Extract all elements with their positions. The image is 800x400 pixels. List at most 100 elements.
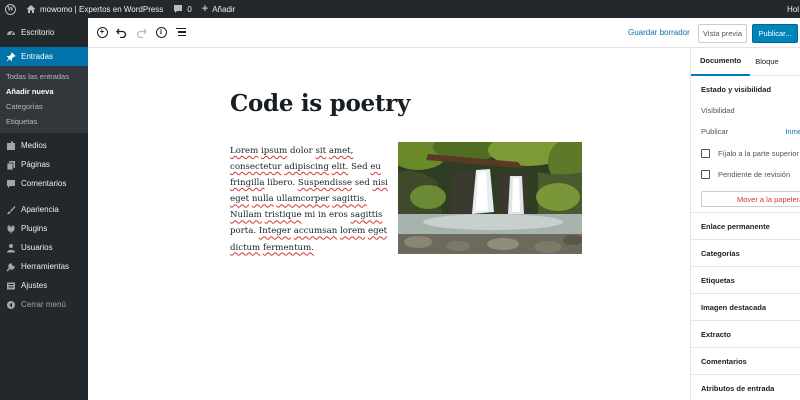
panel-permalink[interactable]: Enlace permanente	[691, 213, 800, 240]
paragraph-block[interactable]: Lorem ipsum dolor sit amet, consectetur …	[230, 143, 388, 256]
content-info-button[interactable]: i	[154, 25, 168, 39]
sidebar-item-posts[interactable]: Entradas	[0, 47, 88, 66]
comment-bubble-icon	[174, 5, 183, 13]
paragraph-word: lorem	[339, 226, 366, 237]
collapse-arrow-icon	[5, 299, 16, 310]
comments-link[interactable]: 0	[168, 0, 196, 18]
pages-icon	[5, 159, 16, 170]
settings-sidebar: Documento Bloque Estado y visibilidad Vi…	[690, 48, 800, 400]
paragraph-word: eget	[230, 194, 250, 205]
sidebar-item-pages[interactable]: Páginas	[0, 155, 88, 174]
sticky-checkbox[interactable]	[701, 149, 710, 158]
visibility-label: Visibilidad	[701, 106, 735, 115]
paragraph-word: fringilla	[230, 178, 265, 189]
new-content-link[interactable]: + Añadir	[197, 0, 241, 18]
appearance-icon	[5, 204, 16, 215]
media-icon	[5, 140, 16, 151]
comments-count: 0	[187, 4, 192, 14]
preview-button[interactable]: Vista previa	[698, 24, 747, 43]
sidebar-item-appearance[interactable]: Apariencia	[0, 200, 88, 219]
publish-date-link[interactable]: Inme	[785, 127, 800, 136]
paragraph-word: adipiscing	[284, 162, 329, 173]
collapse-menu-button[interactable]: Cerrar menú	[0, 295, 88, 314]
wp-logo-menu[interactable]: W	[0, 0, 21, 18]
block-navigation-icon	[176, 28, 186, 36]
sidebar-item-settings[interactable]: Ajustes	[0, 276, 88, 295]
add-block-button[interactable]: +	[95, 25, 109, 39]
settings-tabs: Documento Bloque	[691, 48, 800, 76]
posts-submenu: Todas las entradas Añadir nueva Categorí…	[0, 66, 88, 133]
submenu-add-new[interactable]: Añadir nueva	[0, 84, 88, 99]
paragraph-word: sed	[354, 178, 370, 189]
publish-label: Publicar	[701, 127, 729, 136]
users-icon	[5, 242, 16, 253]
paragraph-word: amet,	[328, 146, 354, 156]
tab-block[interactable]: Bloque	[750, 48, 787, 76]
paragraph-word: Nullam	[230, 210, 262, 221]
status-visibility-title[interactable]: Estado y visibilidad	[691, 76, 800, 100]
panel-post-attributes[interactable]: Atributos de entrada	[691, 375, 800, 400]
undo-button[interactable]	[114, 25, 128, 39]
undo-icon	[115, 28, 126, 38]
sidebar-item-dashboard[interactable]: Escritorio	[0, 23, 88, 42]
panel-excerpt[interactable]: Extracto	[691, 321, 800, 348]
paragraph-word: Integer	[258, 226, 291, 237]
move-to-trash-button[interactable]: Mover a la papelera	[701, 191, 800, 207]
paragraph-word: eu	[370, 162, 381, 173]
tab-document[interactable]: Documento	[691, 48, 751, 76]
account-menu[interactable]: Hol	[782, 0, 800, 18]
admin-bar: W mowomo | Expertos en WordPress 0 + Aña…	[0, 0, 800, 18]
plus-icon: +	[201, 2, 209, 15]
paragraph-word: Sed	[351, 162, 368, 173]
wordpress-logo-icon: W	[5, 3, 16, 15]
panel-tags[interactable]: Etiquetas	[691, 267, 800, 294]
post-title[interactable]: Code is poetry	[230, 90, 410, 117]
admin-sidebar: Escritorio Entradas Todas las entradas A…	[0, 18, 88, 400]
site-name: mowomo | Expertos en WordPress	[40, 4, 164, 14]
plugins-icon	[5, 223, 16, 234]
paragraph-word: libero.	[267, 178, 296, 189]
sidebar-item-plugins[interactable]: Plugins	[0, 219, 88, 238]
paragraph-word: tristique	[264, 210, 302, 221]
submenu-all-posts[interactable]: Todas las entradas	[0, 69, 88, 84]
submenu-categories[interactable]: Categorías	[0, 99, 88, 114]
pending-label: Pendiente de revisión	[718, 170, 791, 179]
image-block[interactable]	[398, 142, 582, 254]
panel-featured-image[interactable]: Imagen destacada	[691, 294, 800, 321]
pending-review-checkbox[interactable]	[701, 170, 710, 179]
greeting: Hol	[786, 4, 799, 14]
save-draft-button[interactable]: Guardar borrador	[628, 28, 690, 37]
tools-icon	[5, 261, 16, 272]
sticky-label: Fíjalo a la parte superior de	[718, 149, 800, 158]
submenu-tags[interactable]: Etiquetas	[0, 114, 88, 129]
sticky-row: Fíjalo a la parte superior de	[691, 143, 800, 164]
pin-icon	[5, 51, 16, 62]
panel-categories[interactable]: Categorías	[691, 240, 800, 267]
paragraph-word: ullamcorper	[276, 194, 330, 205]
paragraph-word: sit	[315, 146, 327, 156]
block-navigation-button[interactable]	[174, 25, 188, 39]
publish-row: Publicar Inme	[691, 121, 800, 142]
sidebar-item-comments[interactable]: Comentarios	[0, 174, 88, 193]
sidebar-item-tools[interactable]: Herramientas	[0, 257, 88, 276]
site-name-link[interactable]: mowomo | Expertos en WordPress	[21, 0, 168, 18]
paragraph-word: nulla	[251, 194, 274, 205]
paragraph-word: sagittis.	[332, 194, 367, 205]
editor-header: + i Guardar borrador Vista previa Public…	[88, 18, 800, 48]
panel-discussion[interactable]: Comentarios	[691, 348, 800, 375]
status-visibility-panel: Estado y visibilidad Visibilidad Publica…	[691, 76, 800, 213]
pending-row: Pendiente de revisión	[691, 164, 800, 185]
paragraph-word: Suspendisse	[297, 178, 352, 189]
sidebar-item-media[interactable]: Medios	[0, 136, 88, 155]
paragraph-word: dictum	[230, 242, 261, 253]
new-label: Añadir	[212, 4, 236, 14]
dashboard-icon	[5, 27, 16, 38]
paragraph-word: eros	[329, 210, 348, 221]
paragraph-word: in	[317, 210, 327, 221]
publish-button[interactable]: Publicar...	[752, 24, 798, 43]
redo-button[interactable]	[134, 25, 148, 39]
settings-icon	[5, 280, 16, 291]
home-icon	[26, 5, 36, 13]
sidebar-item-users[interactable]: Usuarios	[0, 238, 88, 257]
comments-icon	[5, 178, 16, 189]
